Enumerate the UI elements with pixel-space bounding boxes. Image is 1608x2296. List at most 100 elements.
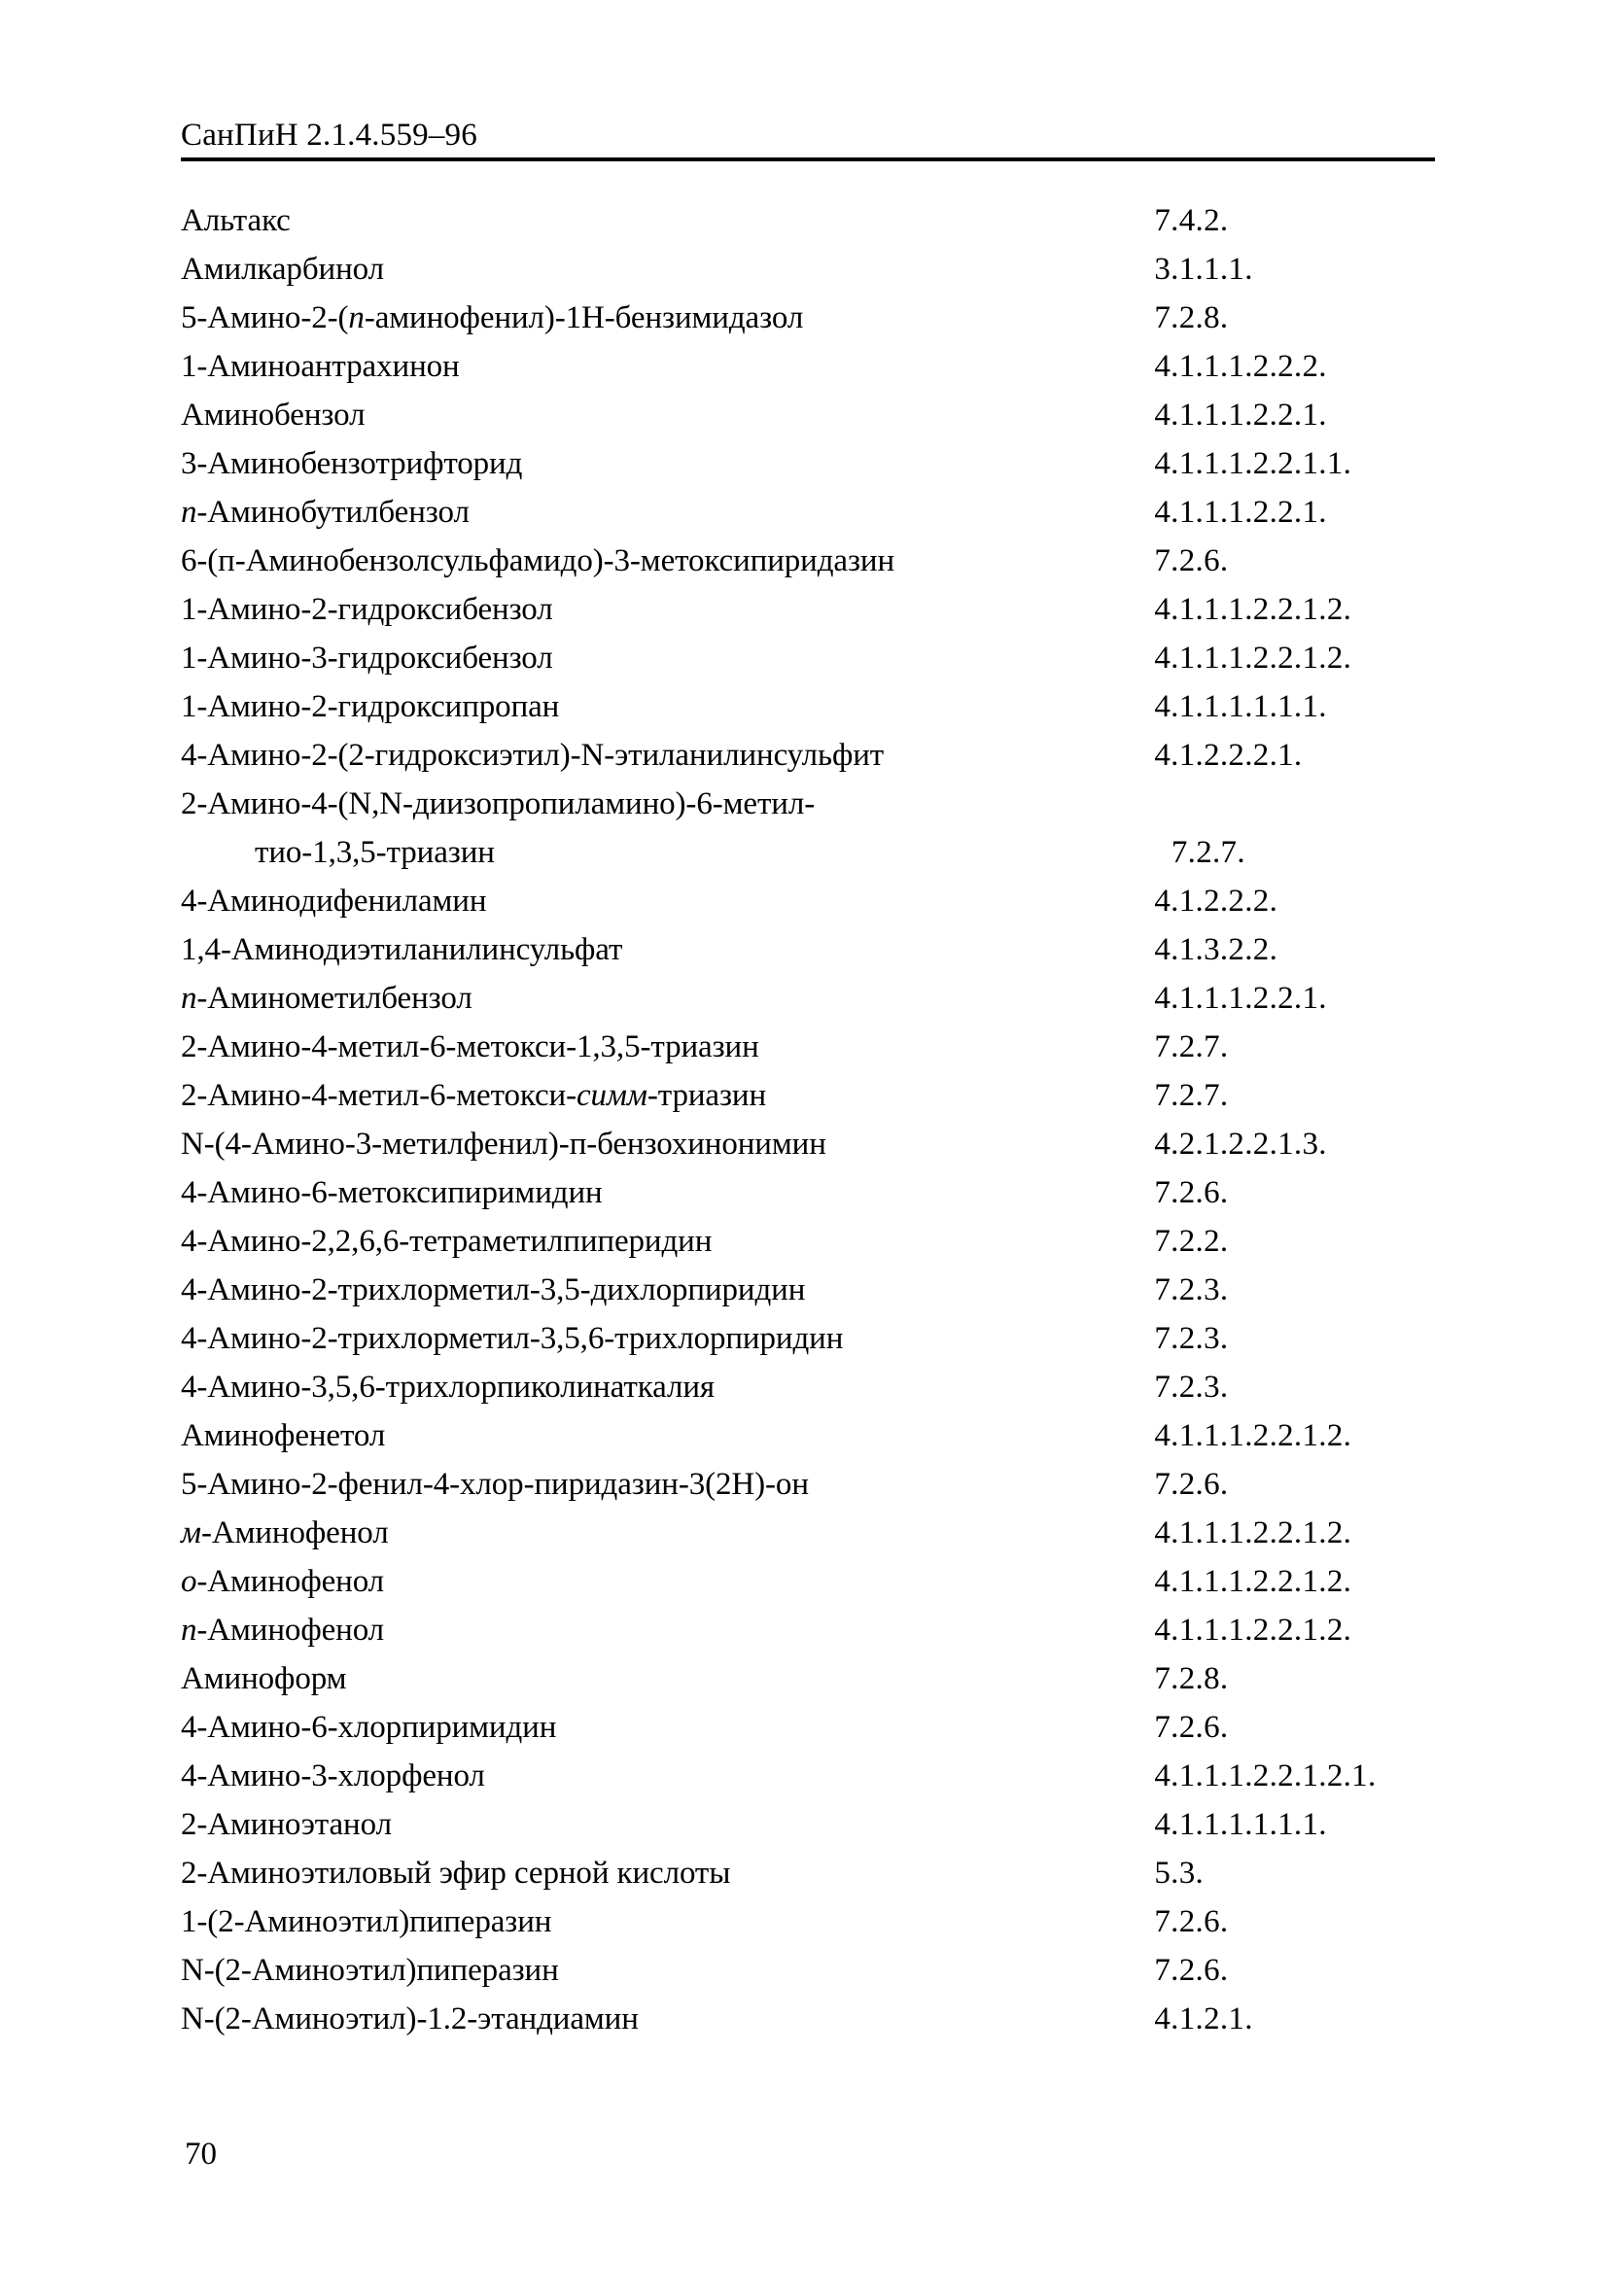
index-entry-name: 2-Амино-4-метил-6-метокси-1,3,5-триазин: [181, 1023, 1154, 1071]
entry-name-body: 1-(2-Аминоэтил)пиперазин: [181, 1904, 552, 1939]
index-entry-name: 4-Амино-3,5,6-трихлорпиколинаткалия: [181, 1363, 1154, 1411]
index-row: 4-Амино-2-трихлорметил-3,5-дихлорпиридин…: [181, 1266, 1445, 1314]
index-entry-code: 4.1.1.1.2.2.1.: [1154, 495, 1327, 530]
index-entry-code: 7.2.7.: [1154, 1029, 1229, 1064]
index-entry-code: 4.1.1.1.2.2.1.2.1.: [1154, 1758, 1377, 1793]
entry-name-body: 2-Аминоэтиловый эфир серной кислоты: [181, 1856, 731, 1891]
entry-name-italic-locant: симм: [576, 1078, 647, 1113]
index-row: 4-Аминодифениламин 4.1.2.2.2.: [181, 877, 1445, 925]
index-row: 4-Амино-2,2,6,6-тетраметилпиперидин 7.2.2…: [181, 1217, 1445, 1266]
entry-name-body: -аминофенил)-1Н-бензимидазол: [364, 300, 804, 335]
index-entry-name: n-Аминобутилбензол: [181, 488, 1154, 537]
entry-name-italic-locant: n: [181, 981, 197, 1016]
header-rule: [181, 157, 1435, 161]
index-row: 4-Амино-2-(2-гидроксиэтил)-N-этиланилинс…: [181, 731, 1445, 780]
index-entry-code: 7.2.3.: [1154, 1321, 1229, 1356]
index-entry-name: 2-Аминоэтиловый эфир серной кислоты: [181, 1849, 1154, 1897]
entry-name-italic-locant: о: [181, 1564, 197, 1599]
index-entry-code: 4.1.2.1.: [1154, 2001, 1253, 2036]
entry-name-body: -Аминофенол: [196, 1564, 385, 1599]
entry-name-body: 4-Амино-2-(2-гидроксиэтил)-N-этиланилинс…: [181, 738, 885, 773]
entry-name-body: 6-(п-Аминобензолсульфамидо)-3-метоксипир…: [181, 543, 895, 578]
entry-name-body: 4-Амино-6-хлорпиримидин: [181, 1710, 557, 1745]
index-row: Альтакс 7.4.2.: [181, 196, 1445, 245]
index-entry-name: Альтакс: [181, 196, 1154, 245]
index-entry-code: 4.1.3.2.2.: [1154, 932, 1278, 967]
index-row: N-(2-Аминоэтил)-1.2-этандиамин 4.1.2.1.: [181, 1995, 1445, 2043]
index-row: 4-Амино-6-хлорпиримидин 7.2.6.: [181, 1703, 1445, 1752]
index-row: 2-Амино-4-(N,N-диизопропиламино)-6-метил…: [181, 780, 1445, 828]
entry-name-prefix: 5-Амино-2-(: [181, 300, 349, 335]
index-row: 1,4-Аминодиэтиланилинсульфат 4.1.3.2.2.: [181, 925, 1445, 974]
index-entry-name: тио-1,3,5-триазин: [181, 828, 1171, 877]
index-row: тио-1,3,5-триазин 7.2.7.: [181, 828, 1445, 877]
index-entry-code: 4.1.1.1.2.2.1.2.: [1154, 1564, 1352, 1599]
entry-name-body: 4-Амино-6-метоксипиримидин: [181, 1175, 603, 1210]
index-entry-code: 4.1.1.1.2.2.1.: [1154, 981, 1327, 1016]
index-entry-code: 7.2.3.: [1154, 1272, 1229, 1307]
index-entry-name: 6-(п-Аминобензолсульфамидо)-3-метоксипир…: [181, 537, 1154, 585]
index-entry-code: 7.2.8.: [1154, 300, 1229, 335]
entry-name-body: -Аминофенол: [196, 1613, 385, 1648]
index-row: 4-Амино-3,5,6-трихлорпиколинаткалия 7.2.3…: [181, 1363, 1445, 1411]
chemical-index-list: Альтакс 7.4.2. Амилкарбинол 3.1.1.1. 5-Амино…: [181, 196, 1445, 2043]
index-entry-code: 4.1.1.1.2.2.1.: [1154, 398, 1327, 433]
entry-name-body: 5-Амино-2-фенил-4-хлор-пиридазин-3(2Н)-о…: [181, 1467, 809, 1502]
index-entry-name: N-(2-Аминоэтил)-1.2-этандиамин: [181, 1995, 1154, 2043]
index-entry-name: Амилкарбинол: [181, 245, 1154, 294]
index-entry-code: 7.2.2.: [1154, 1224, 1229, 1259]
entry-name-body: 3-Аминобензотрифторид: [181, 446, 523, 481]
index-row: 5-Амино-2-фенил-4-хлор-пиридазин-3(2Н)-о…: [181, 1460, 1445, 1509]
entry-name-body: N-(4-Амино-3-метилфенил)-п-бензохиноними…: [181, 1127, 826, 1162]
index-row: n-Аминометилбензол 4.1.1.1.2.2.1.: [181, 974, 1445, 1023]
index-entry-name: 2-Аминоэтанол: [181, 1800, 1154, 1849]
index-row: 1-Амино-3-гидроксибензол 4.1.1.1.2.2.1.2.: [181, 634, 1445, 682]
index-entry-code: 4.1.1.1.2.2.1.2.: [1154, 592, 1352, 627]
entry-name-italic-locant: n: [181, 1613, 197, 1648]
index-entry-name: 1-Амино-3-гидроксибензол: [181, 634, 1154, 682]
entry-name-body: 2-Аминоэтанол: [181, 1807, 392, 1842]
entry-name-body: Аминофенетол: [181, 1418, 386, 1453]
index-row: 1-(2-Аминоэтил)пиперазин 7.2.6.: [181, 1897, 1445, 1946]
index-entry-name: 2-Амино-4-(N,N-диизопропиламино)-6-метил…: [181, 780, 1154, 828]
index-row: n-Аминофенол 4.1.1.1.2.2.1.2.: [181, 1606, 1445, 1654]
index-entry-code: 7.2.6.: [1154, 543, 1229, 578]
index-row: Аминобензол 4.1.1.1.2.2.1.: [181, 391, 1445, 439]
index-entry-code: 4.1.1.1.2.2.1.2.: [1154, 1515, 1352, 1550]
entry-name-body: 1-Аминоантрахинон: [181, 349, 460, 384]
index-entry-name: м-Аминофенол: [181, 1509, 1154, 1557]
entry-name-body: -Аминобутилбензол: [196, 495, 470, 530]
entry-name-body: Альтакс: [181, 203, 291, 238]
index-entry-name: 1-(2-Аминоэтил)пиперазин: [181, 1897, 1154, 1946]
index-entry-code: 4.1.1.1.2.2.1.1.: [1154, 446, 1352, 481]
index-entry-code: 4.1.1.1.2.2.1.2.: [1154, 1418, 1352, 1453]
index-row: 2-Амино-4-метил-6-метокси-1,3,5-триазин 7…: [181, 1023, 1445, 1071]
index-entry-code: 4.1.1.1.2.2.1.2.: [1154, 1613, 1352, 1648]
index-entry-code: 4.1.1.1.1.1.1.: [1154, 689, 1327, 724]
index-entry-code: 7.2.6.: [1154, 1953, 1229, 1988]
index-entry-code: 4.1.1.1.2.2.1.2.: [1154, 641, 1352, 676]
entry-name-prefix: 2-Амино-4-метил-6-метокси-: [181, 1078, 577, 1113]
index-entry-name: 2-Амино-4-метил-6-метокси-симм-триазин: [181, 1071, 1154, 1120]
index-entry-name: 4-Амино-6-метоксипиримидин: [181, 1168, 1154, 1217]
index-entry-name: 1-Амино-2-гидроксипропан: [181, 682, 1154, 731]
entry-name-italic-locant: n: [348, 300, 365, 335]
entry-name-body: 4-Амино-2,2,6,6-тетраметилпиперидин: [181, 1224, 713, 1259]
index-entry-name: 4-Амино-2-трихлорметил-3,5-дихлорпиридин: [181, 1266, 1154, 1314]
index-entry-name: n-Аминометилбензол: [181, 974, 1154, 1023]
index-entry-code: 7.2.7.: [1154, 1078, 1229, 1113]
entry-name-body: -Аминометилбензол: [196, 981, 472, 1016]
index-entry-code: 7.4.2.: [1154, 203, 1229, 238]
entry-name-body: 1-Амино-2-гидроксипропан: [181, 689, 560, 724]
index-entry-code: 7.2.7.: [1171, 835, 1245, 870]
document-code: СанПиН 2.1.4.559–96: [181, 118, 477, 153]
entry-name-body: -триазин: [647, 1078, 767, 1113]
index-row: Аминоформ 7.2.8.: [181, 1654, 1445, 1703]
index-entry-name: 1-Амино-2-гидроксибензол: [181, 585, 1154, 634]
index-row: 4-Амино-2-трихлорметил-3,5,6-трихлорпири…: [181, 1314, 1445, 1363]
entry-name-body: Аминобензол: [181, 398, 366, 433]
index-entry-name: 4-Амино-6-хлорпиримидин: [181, 1703, 1154, 1752]
entry-name-body: -Аминофенол: [200, 1515, 389, 1550]
index-row: n-Аминобутилбензол 4.1.1.1.2.2.1.: [181, 488, 1445, 537]
index-row: 5-Амино-2-(n-аминофенил)-1Н-бензимидазол…: [181, 294, 1445, 342]
